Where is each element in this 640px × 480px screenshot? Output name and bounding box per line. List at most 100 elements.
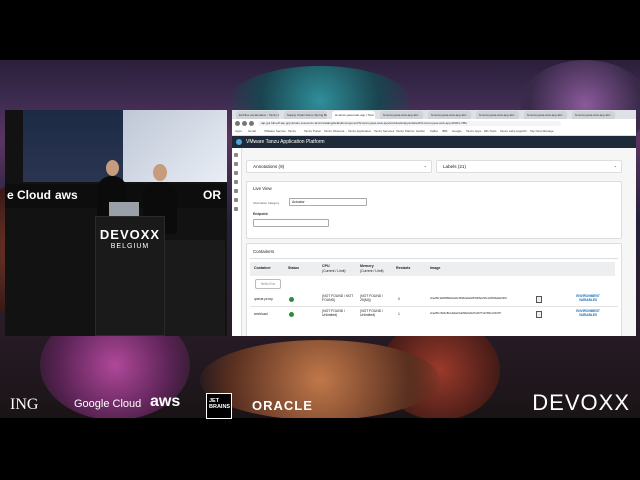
catalog-icon[interactable] [234,162,238,166]
annotations-label: Annotations (9) [253,164,285,169]
bookmark[interactable]: Tanzu [288,129,296,133]
image-digest: sha256:3a5b886e0a2bcf3962a0a46879b8e23bc… [430,297,507,300]
forward-icon[interactable] [242,121,247,126]
tab-6[interactable]: hi-tanzu-java-web-app-abc [476,111,519,119]
reload-icon[interactable] [249,121,254,126]
create-icon[interactable] [234,189,238,193]
column-header: Container [254,266,271,270]
column-header: Status [288,266,299,270]
podium-brand: DEVOXX [99,227,161,242]
tab-4[interactable]: hi-tanzu-java-web-app-abc [380,111,423,119]
cpu-value: (NOT FOUND / NOT FOUND) [322,294,354,302]
divider [250,258,618,259]
tab-7[interactable]: hi-tanzu-java-web-app-abc [524,111,567,119]
labels-panel[interactable]: Labels (21) ⌄ [436,160,622,173]
app-title: VMware Tanzu Application Platform [246,139,325,145]
browser-window: Ev/Nice acceleration - Tanzu Ap Supply C… [232,110,636,336]
hello-env-button[interactable]: Hello Env [255,279,281,289]
table-row: workload (NOT FOUND / Unlimited) (NOT FO… [250,307,618,321]
memory-value: (NOT FOUND / 25(Mi)) [360,294,384,302]
table-header: Container Status CPU (Current / Limit) M… [250,262,615,276]
stage-logo-aws: aws [55,188,78,202]
column-header: Memory [360,264,374,268]
environment-variables-link[interactable]: ENVIRONMENT VARIABLES [568,309,608,317]
bookmark[interactable]: Tanzu Services [374,129,394,133]
bookmarks-bar: Apps Gmail VMware Service Tanzu Tanzu Po… [232,128,636,136]
jetbrains-logo: JET BRAINS [206,393,232,419]
live-view-card: Live View Information Category Actuator … [246,181,622,239]
cpu-value: (NOT FOUND / Unlimited) [322,309,346,317]
tab-3[interactable]: Hi-tanzu-java-web-app | Tanz [332,111,375,119]
annotations-panel[interactable]: Annotations (9) ⌄ [246,160,432,173]
tab-5[interactable]: hi-tanzu-java-web-app-abc [428,111,471,119]
bookmark[interactable]: Tap Next Manage [530,129,554,133]
labels-label: Labels (21) [443,164,466,169]
bookmark[interactable]: Apps [235,129,242,133]
devoxx-logo: DEVOXX [532,390,630,415]
stage-table [165,240,225,336]
address-bar-row: tap-gui.full.edf-tap.gcp.dandu.soa-tanzu… [232,119,636,128]
podium: DEVOXX BELGIUM [95,216,165,336]
image-digest: sha256:c5d4c8bcde6a01de58e0a5d7cd9771d70… [430,312,501,315]
copy-icon[interactable] [536,296,542,303]
stage-logo-google: e Cloud [7,188,51,202]
bookmark[interactable]: k8s Tools [484,129,496,133]
settings-icon[interactable] [234,198,238,202]
container-name: workload [254,312,268,316]
tab-2[interactable]: Supply Chain Demo Spring Boot [284,111,327,119]
bookmark[interactable]: ArgoCD [516,129,527,133]
tab-1[interactable]: Ev/Nice acceleration - Tanzu Ap [236,111,279,119]
bookmark[interactable]: IBM [442,129,447,133]
environment-variables-link[interactable]: ENVIRONMENT VARIABLES [568,294,608,302]
status-ok-icon [289,312,294,317]
left-nav [232,148,242,336]
docs-icon[interactable] [234,180,238,184]
information-category-label: Information Category [253,201,280,205]
chevron-down-icon: ⌄ [423,163,427,168]
bookmark[interactable]: Google [452,129,462,133]
information-category-select[interactable]: Actuator [289,198,367,206]
table-row: queue-proxy (NOT FOUND / NOT FOUND) (NOT… [250,292,618,306]
restarts-value: 0 [398,297,400,301]
bookmark[interactable]: Tanzu Portal [304,129,321,133]
bookmark[interactable]: Gmail [248,129,256,133]
bookmark[interactable]: Kafka [430,129,438,133]
jetbrains-text: JET BRAINS [209,398,231,410]
bookmark[interactable]: Tanzu Partner [396,129,415,133]
container-name: queue-proxy [254,297,273,301]
endpoint-label: Endpoint [253,212,268,216]
memory-value: (NOT FOUND / Unlimited) [360,309,384,317]
tanzu-logo-icon [236,139,242,145]
restarts-value: 1 [398,312,400,316]
bookmark[interactable]: Harbor [416,129,425,133]
bookmark[interactable]: VMware Service [264,129,286,133]
bookmark[interactable]: Tanzu Apps [466,129,482,133]
column-subheader: (Current / Limit) [322,269,346,273]
bookmark[interactable]: Tanzu Observa... [324,129,347,133]
apis-icon[interactable] [234,171,238,175]
containers-title: Containers [253,249,275,254]
chevron-down-icon: ⌄ [613,163,617,168]
ing-logo: ING [10,396,39,413]
oracle-logo: ORACLE [252,398,313,413]
speaker-left-head [106,160,119,176]
copy-icon[interactable] [536,311,542,318]
bookmark[interactable]: Tanzu Labs [500,129,515,133]
podium-subtitle: BELGIUM [110,243,150,250]
bookmark[interactable]: Tanzu Application [348,129,371,133]
home-icon[interactable] [234,153,238,157]
accelerator-icon[interactable] [234,207,238,211]
stage-logo-oracle: OR [203,188,221,202]
projection-slide [123,110,227,182]
status-ok-icon [289,297,294,302]
containers-card: Containers Container Status CPU (Current… [246,243,622,336]
address-input[interactable]: tap-gui.full.edf-tap.gcp.dandu.soa-tanzu… [258,121,561,126]
endpoint-select[interactable] [253,219,329,227]
speaker-right-head [153,164,167,181]
column-subheader: (Current / Limit) [360,269,384,273]
tab-8[interactable]: hi-tanzu-java-web-app-abc [572,111,615,119]
app-header: VMware Tanzu Application Platform [232,136,636,148]
tab-strip: Ev/Nice acceleration - Tanzu Ap Supply C… [232,110,636,119]
main-content: Annotations (9) ⌄ Labels (21) ⌄ Live Vie… [242,148,636,336]
back-icon[interactable] [235,121,240,126]
